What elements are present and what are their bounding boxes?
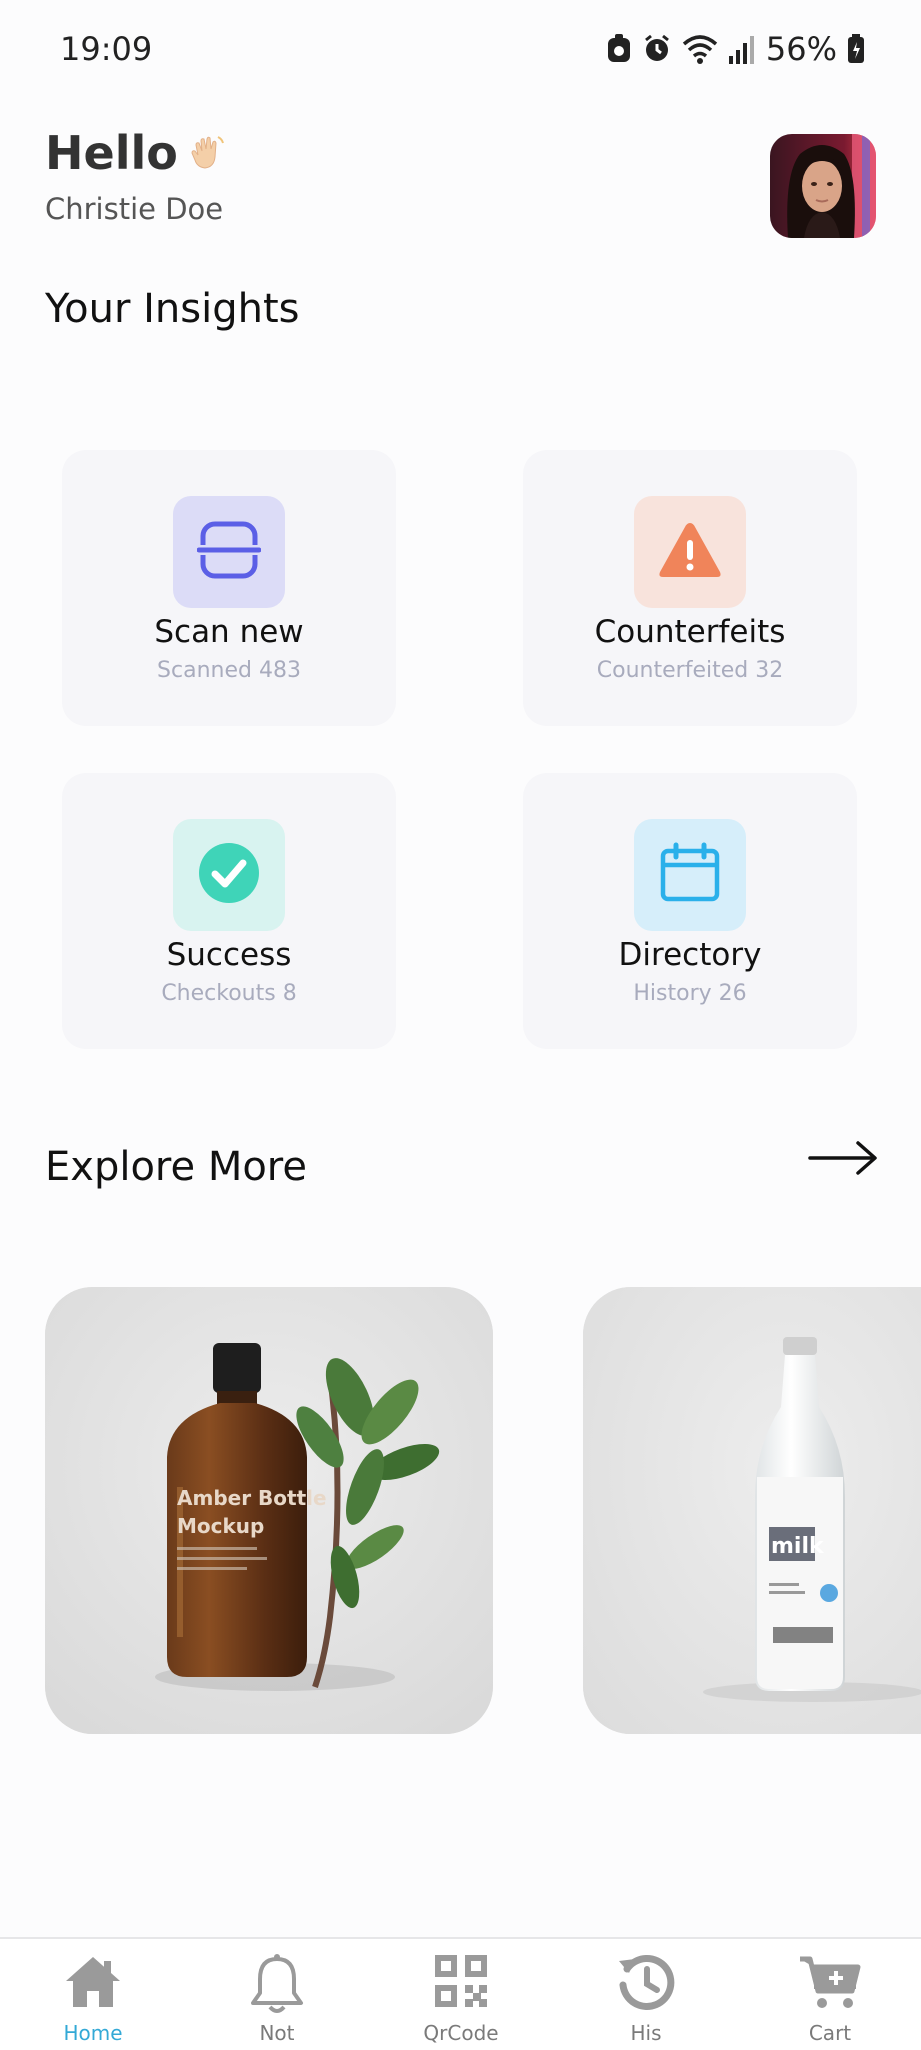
status-bar: 19:09 56%: [0, 0, 921, 104]
battery-percent: 56%: [765, 30, 837, 68]
warning-icon-tile: [634, 496, 746, 608]
milk-label: milk: [771, 1534, 825, 1559]
success-card[interactable]: Success Checkouts 8: [62, 773, 396, 1049]
nav-item-notifications[interactable]: Not: [207, 1939, 347, 2050]
calendar-icon-tile: [634, 819, 746, 931]
nav-label: Home: [63, 2021, 123, 2045]
nav-label: His: [630, 2021, 662, 2045]
alarm-icon: [642, 34, 672, 64]
directory-card[interactable]: Directory History 26: [523, 773, 857, 1049]
status-time: 19:09: [60, 30, 153, 68]
battery-icon: [847, 34, 865, 64]
history-icon: [617, 1953, 675, 2011]
wifi-icon: [682, 34, 718, 64]
nav-item-cart[interactable]: Cart: [760, 1939, 900, 2050]
card-title: Success: [166, 937, 292, 973]
card-title: Directory: [618, 937, 762, 973]
card-subtitle: Checkouts 8: [161, 981, 297, 1006]
avatar[interactable]: [770, 134, 876, 238]
home-icon: [64, 1953, 122, 2009]
bottle-label-line-1: Amber Bottle: [177, 1486, 327, 1510]
check-icon-tile: [173, 819, 285, 931]
card-subtitle: History 26: [633, 981, 747, 1006]
nav-label: Cart: [808, 2021, 852, 2045]
user-name: Christie Doe: [45, 192, 224, 226]
cart-icon: [798, 1953, 862, 2011]
arrow-right-icon: [808, 1141, 880, 1184]
waving-hand-icon: [188, 133, 228, 173]
explore-card-milk-bottle[interactable]: milk: [583, 1287, 921, 1734]
nav-label: QrCode: [423, 2021, 499, 2045]
signal-icon: [728, 34, 756, 64]
nav-item-history[interactable]: His: [576, 1939, 716, 2050]
counterfeits-card[interactable]: Counterfeits Counterfeited 32: [523, 450, 857, 726]
bell-icon: [248, 1953, 306, 2015]
card-subtitle: Scanned 483: [157, 658, 301, 683]
check-circle-icon: [197, 841, 261, 909]
calendar-icon: [658, 841, 722, 909]
card-title: Scan new: [154, 614, 304, 650]
bottom-nav: Home Not QrCode His Cart: [0, 1937, 921, 2050]
insights-title: Your Insights: [45, 286, 300, 332]
status-icons: 56%: [606, 30, 865, 68]
amber-bottle-image: Amber Bottle Mockup: [45, 1287, 493, 1734]
card-subtitle: Counterfeited 32: [596, 658, 784, 683]
scan-icon-tile: [173, 496, 285, 608]
explore-card-amber-bottle[interactable]: Amber Bottle Mockup: [45, 1287, 493, 1734]
nav-item-home[interactable]: Home: [23, 1939, 163, 2050]
explore-title: Explore More: [45, 1144, 307, 1190]
qrcode-icon: [433, 1953, 489, 2009]
warning-icon: [657, 520, 723, 584]
notification-icon: [606, 34, 632, 64]
milk-bottle-image: milk: [583, 1287, 921, 1734]
greeting-text: Hello: [45, 126, 178, 180]
nav-label: Not: [259, 2021, 295, 2045]
scan-icon: [196, 518, 262, 586]
bottle-label-line-2: Mockup: [177, 1514, 264, 1538]
scan-new-card[interactable]: Scan new Scanned 483: [62, 450, 396, 726]
greeting-title: Hello: [45, 126, 228, 180]
card-title: Counterfeits: [594, 614, 786, 650]
nav-item-qrcode[interactable]: QrCode: [391, 1939, 531, 2050]
explore-more-arrow-button[interactable]: [808, 1136, 880, 1180]
